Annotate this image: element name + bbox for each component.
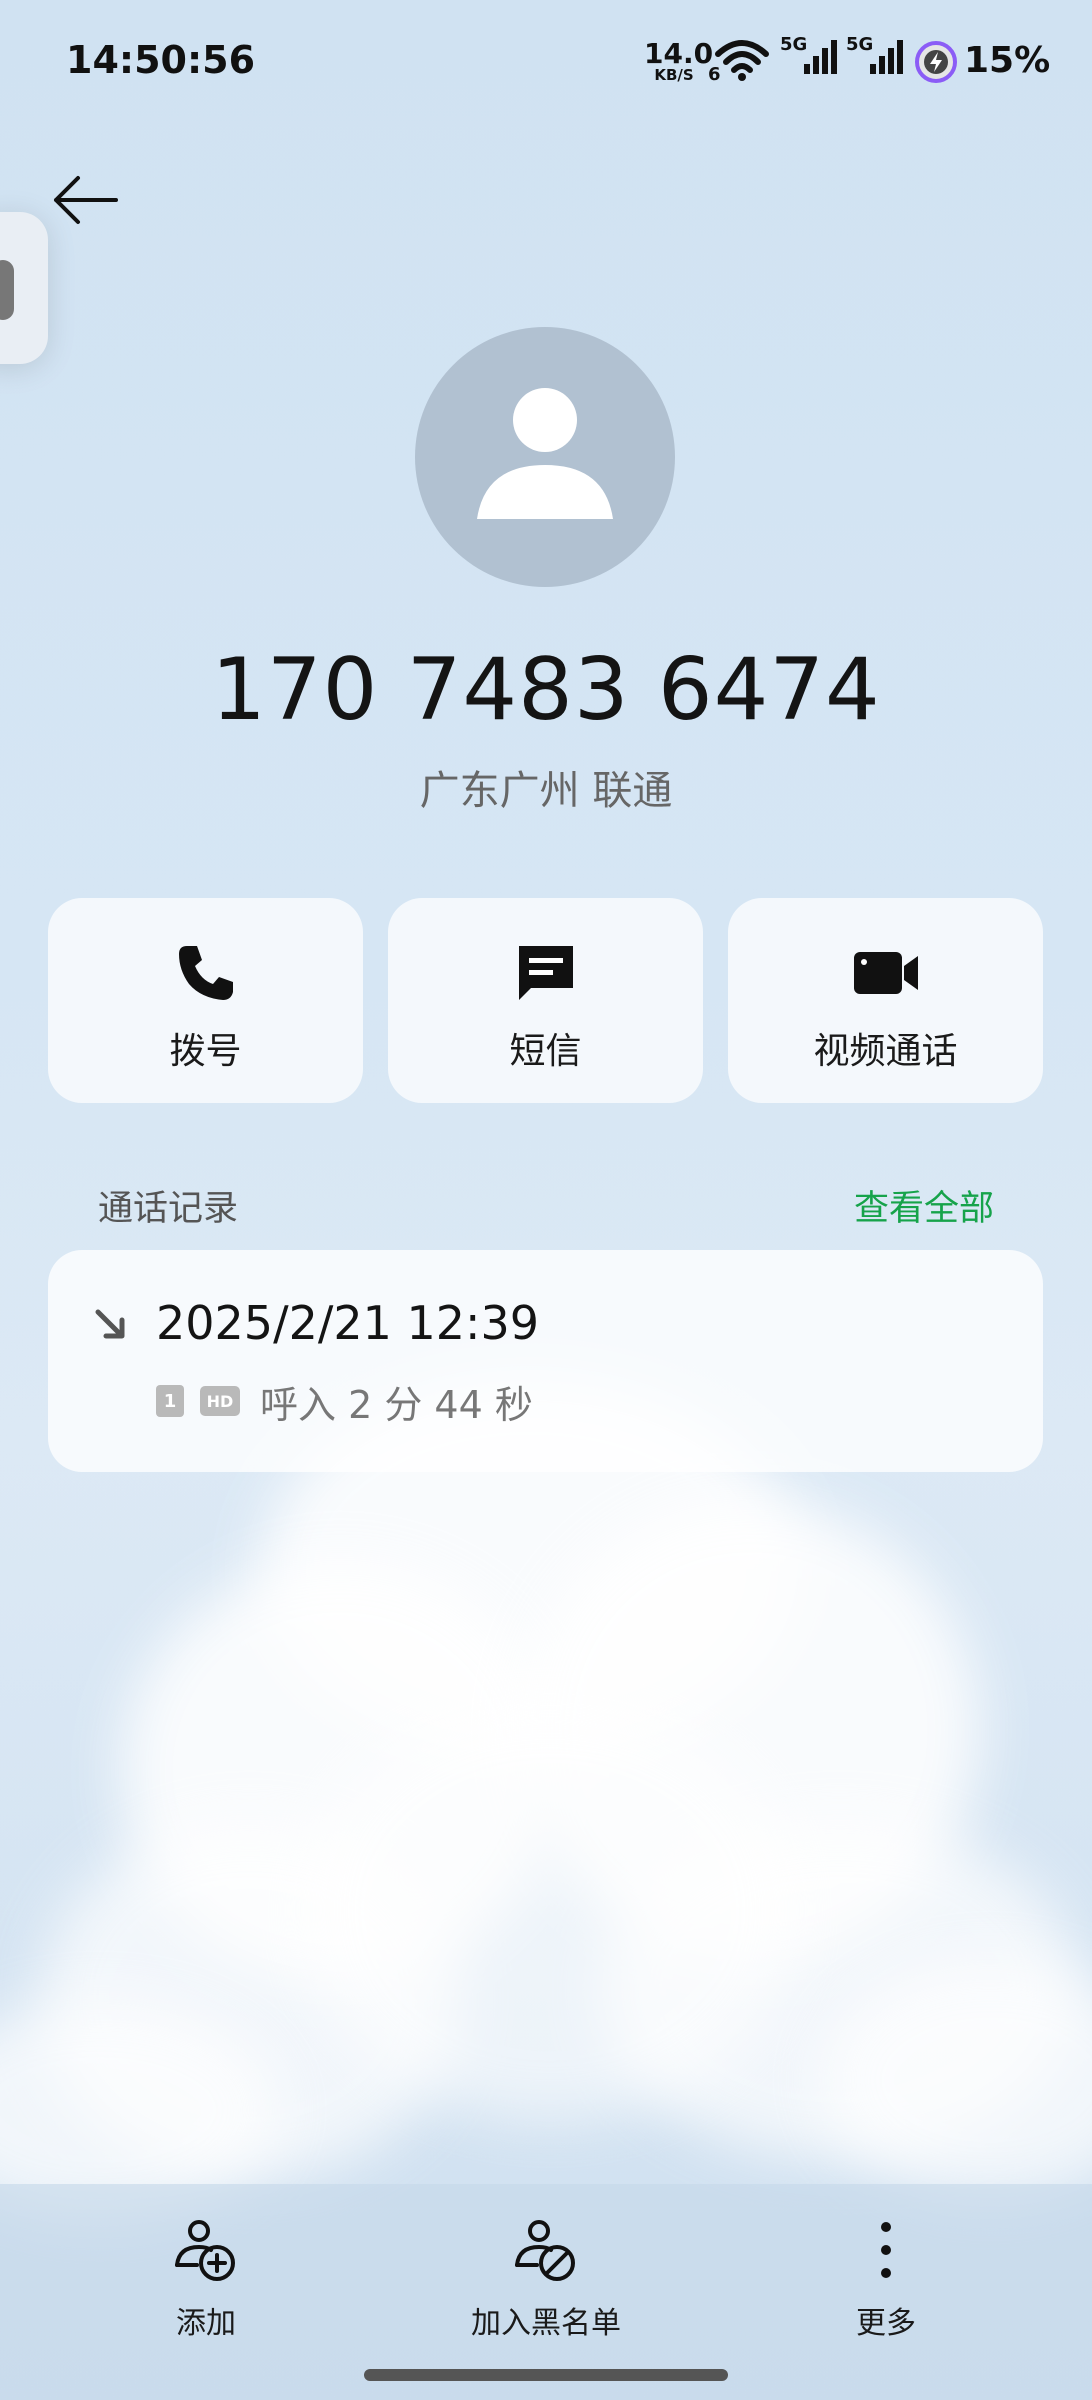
back-arrow-icon xyxy=(54,176,118,224)
call-record-card[interactable]: 2025/2/21 12:39 1 HD 呼入 2 分 44 秒 xyxy=(48,1250,1043,1472)
video-call-label: 视频通话 xyxy=(813,1031,958,1072)
call-description: 呼入 2 分 44 秒 xyxy=(260,1382,533,1427)
battery-charging-icon xyxy=(914,40,958,88)
view-all-link[interactable]: 查看全部 xyxy=(854,1180,994,1231)
incoming-call-icon xyxy=(92,1306,128,1346)
net-speed-value: 14.0 xyxy=(644,37,714,70)
more-button[interactable]: 更多 xyxy=(756,2212,1016,2342)
back-button[interactable] xyxy=(48,170,128,230)
video-call-button[interactable]: 视频通话 xyxy=(728,898,1043,1103)
message-icon xyxy=(518,946,573,1000)
phone-icon xyxy=(178,946,233,1000)
block-contact-label: 加入黑名单 xyxy=(471,2306,621,2341)
phone-number: 170 7483 6474 xyxy=(211,640,881,740)
wifi-sub-label: 6 xyxy=(708,64,721,85)
add-contact-label: 添加 xyxy=(176,2306,236,2341)
video-camera-icon xyxy=(853,952,918,994)
avatar xyxy=(415,327,675,587)
wifi-icon: 6 xyxy=(708,36,772,90)
dial-label: 拨号 xyxy=(169,1031,242,1072)
person-icon xyxy=(477,388,613,519)
home-indicator[interactable] xyxy=(364,2369,728,2381)
add-contact-button[interactable]: 添加 xyxy=(76,2212,336,2342)
hd-badge: HD xyxy=(200,1386,240,1416)
net-speed-indicator: 14.0 KB/S xyxy=(644,37,714,84)
dial-button[interactable]: 拨号 xyxy=(48,898,363,1103)
sms-label: 短信 xyxy=(509,1031,582,1072)
net-speed-unit: KB/S xyxy=(654,66,694,84)
block-contact-icon xyxy=(515,2220,575,2281)
number-location: 广东广州 联通 xyxy=(419,768,673,814)
floating-side-bubble[interactable] xyxy=(0,212,48,364)
block-contact-button[interactable]: 加入黑名单 xyxy=(416,2212,676,2342)
status-bar: 14:50:56 14.0 KB/S 6 5G 5G 15% xyxy=(0,0,1092,120)
add-contact-icon xyxy=(175,2220,235,2281)
call-meta: 1 HD 呼入 2 分 44 秒 xyxy=(156,1376,533,1427)
sim-badge: 1 xyxy=(156,1385,184,1417)
status-time: 14:50:56 xyxy=(66,38,256,82)
call-log-title: 通话记录 xyxy=(98,1189,239,1229)
call-datetime: 2025/2/21 12:39 xyxy=(156,1296,540,1350)
battery-percent: 15% xyxy=(964,40,1051,81)
more-label: 更多 xyxy=(856,2306,916,2341)
more-vertical-icon xyxy=(881,2222,891,2278)
sms-button[interactable]: 短信 xyxy=(388,898,703,1103)
